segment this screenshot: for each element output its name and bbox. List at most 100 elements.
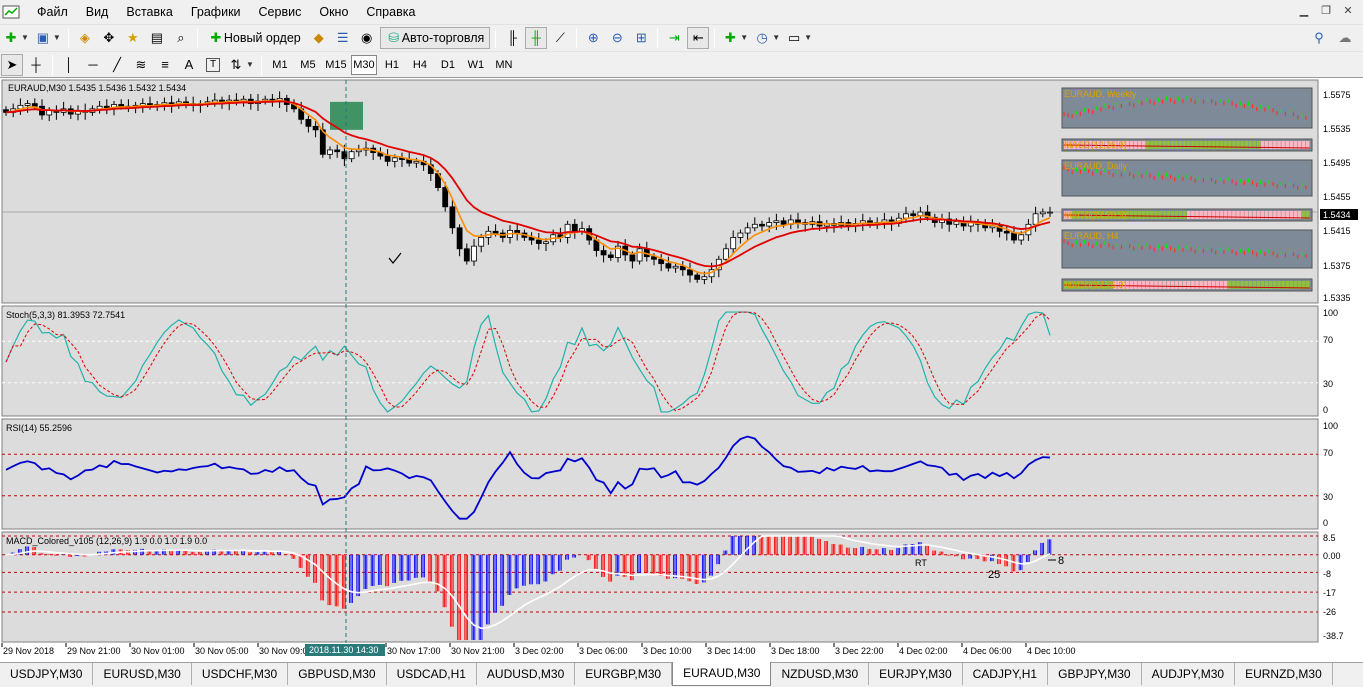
timeframe-m5[interactable]: M5 (295, 55, 321, 75)
search-icon[interactable]: ⚲ (1311, 30, 1327, 46)
profiles-button[interactable]: ▣ ▼ (33, 27, 63, 49)
label-tool[interactable]: T (202, 54, 224, 76)
toolbar-separator (260, 54, 262, 75)
chart-tab[interactable]: EURGBP,M30 (575, 663, 673, 685)
periods-button[interactable]: ◷ ▼ (752, 27, 782, 49)
close-icon[interactable]: ✕ (1341, 4, 1355, 18)
metaeditor-button[interactable]: ◆ (308, 27, 330, 49)
chart-tab[interactable]: USDCHF,M30 (192, 663, 289, 685)
arrows-tool[interactable]: ⇅ ▼ (226, 54, 256, 76)
line-chart-button[interactable]: ⟋ (549, 27, 571, 49)
mini-macd-bar (1240, 211, 1244, 219)
mini-macd-bar (1228, 281, 1232, 289)
candle-body (535, 239, 542, 244)
main-chart-header: EURAUD,M30 1.5435 1.5436 1.5432 1.5434 (8, 83, 186, 93)
time-label: 30 Nov 17:00 (387, 646, 441, 656)
menu-view[interactable]: Вид (77, 0, 118, 24)
signals-button[interactable]: ◉ (356, 27, 378, 49)
timeframe-h1[interactable]: H1 (379, 55, 405, 75)
chart-tab[interactable]: AUDJPY,M30 (1142, 663, 1236, 685)
menu-charts[interactable]: Графики (182, 0, 250, 24)
zoom-out-button[interactable]: ⊖ (606, 27, 628, 49)
timeframe-w1[interactable]: W1 (463, 55, 489, 75)
profiles-icon: ▣ (36, 29, 50, 45)
menu-window[interactable]: Окно (310, 0, 357, 24)
trendline-tool[interactable]: ╱ (106, 54, 128, 76)
time-label: 30 Nov 01:00 (131, 646, 185, 656)
horizontal-line-tool[interactable]: ─ (82, 54, 104, 76)
mini-macd-bar (1137, 281, 1142, 289)
timeframe-h4[interactable]: H4 (407, 55, 433, 75)
equidistant-channel-tool[interactable]: ≋ (130, 54, 152, 76)
zoom-in-button[interactable]: ⊕ (582, 27, 604, 49)
tile-windows-button[interactable]: ⊞ (630, 27, 652, 49)
menu-help[interactable]: Справка (357, 0, 424, 24)
candle-body (327, 149, 333, 155)
timeframe-d1[interactable]: D1 (435, 55, 461, 75)
menu-tools[interactable]: Сервис (250, 0, 311, 24)
timeframe-mn[interactable]: MN (491, 55, 517, 75)
mini-macd-bar (1232, 211, 1236, 219)
mini-macd-bar (1166, 141, 1171, 149)
scripts-button[interactable]: ☰ (332, 27, 354, 49)
market-watch-button[interactable]: ◈ (74, 27, 96, 49)
text-tool[interactable]: A (178, 54, 200, 76)
chart-tab[interactable]: NZDUSD,M30 (771, 663, 870, 685)
new-chart-button[interactable]: ✚ ▼ (1, 27, 31, 49)
mini-macd-bar (1211, 211, 1216, 219)
mini-macd-bar (1191, 141, 1195, 149)
toolbar-separator (67, 27, 69, 48)
macd-tick: 0.00 (1323, 551, 1341, 561)
minimize-icon[interactable]: ▁ (1297, 4, 1311, 18)
candle-body (31, 103, 38, 107)
chart-tab[interactable]: EURNZD,M30 (1235, 663, 1333, 685)
auto-scroll-button[interactable]: ⇥ (663, 27, 685, 49)
menu-insert[interactable]: Вставка (117, 0, 181, 24)
chart-tab[interactable]: EURAUD,M30 (672, 662, 772, 686)
mini-macd-bar (1162, 141, 1166, 149)
crosshair-tool[interactable]: ┼ (25, 54, 47, 76)
chart-window[interactable]: EURAUD, Weekly MACD(12,26,9) EURAUD, Daily… (0, 77, 1363, 662)
candle-body (334, 149, 341, 153)
toolbar-separator (52, 54, 53, 75)
timeframe-m15[interactable]: M15 (323, 55, 349, 75)
bar-chart-button[interactable]: ╟ (501, 27, 523, 49)
terminal-button[interactable]: ▤ (146, 27, 168, 49)
new-order-button[interactable]: ✚ Новый ордер (203, 27, 306, 49)
chart-tab[interactable]: GBPUSD,M30 (288, 663, 387, 685)
chart-tab[interactable]: EURJPY,M30 (869, 663, 963, 685)
clock-icon: ◷ (756, 29, 768, 45)
candlestick-button[interactable]: ╫ (525, 26, 548, 49)
chart-tab[interactable]: USDCAD,H1 (387, 663, 477, 685)
chat-icon[interactable]: ☁ (1337, 30, 1353, 46)
mini-macd-bar (1154, 281, 1158, 289)
timeframe-m1[interactable]: M1 (267, 55, 293, 75)
timeframe-m30[interactable]: M30 (350, 54, 377, 75)
fibonacci-tool[interactable]: ≡ (154, 54, 176, 76)
chart-tab[interactable]: CADJPY,H1 (963, 663, 1049, 685)
chart-tab[interactable]: EURUSD,M30 (93, 663, 192, 685)
rsi-header: RSI(14) 55.2596 (6, 423, 72, 433)
chart-tabs: USDJPY,M30 EURUSD,M30 USDCHF,M30 GBPUSD,M30… (0, 662, 1363, 687)
indicators-button[interactable]: ✚ ▼ (720, 27, 750, 49)
rsi-panel (1, 418, 1319, 530)
cursor-tool[interactable]: ➤ (1, 53, 23, 76)
data-window-button[interactable]: ✥ (98, 27, 120, 49)
chart-shift-button[interactable]: ⇤ (687, 26, 710, 49)
tile-icon: ⊞ (635, 29, 647, 45)
rsi-tick: 0 (1323, 518, 1328, 528)
strategy-tester-button[interactable]: ⌕ (170, 27, 192, 49)
navigator-button[interactable]: ★ (122, 27, 144, 49)
menu-file[interactable]: Файл (28, 0, 77, 24)
vertical-line-tool[interactable]: │ (58, 54, 80, 76)
chart-tab[interactable]: AUDUSD,M30 (477, 663, 576, 685)
restore-icon[interactable]: ❐ (1319, 4, 1333, 18)
chart-tab[interactable]: USDJPY,M30 (0, 663, 94, 685)
toolbar-separator (714, 27, 716, 48)
macd-tick: -38.7 (1323, 631, 1344, 641)
autotrading-button[interactable]: ⛁ Авто-торговля (379, 26, 491, 49)
templates-button[interactable]: ▭ ▼ (784, 27, 814, 49)
chart-tab[interactable]: GBPJPY,M30 (1048, 663, 1142, 685)
candle-body (543, 241, 549, 244)
chart-canvas[interactable]: EURAUD, Weekly MACD(12,26,9) EURAUD, Daily… (0, 78, 1363, 663)
